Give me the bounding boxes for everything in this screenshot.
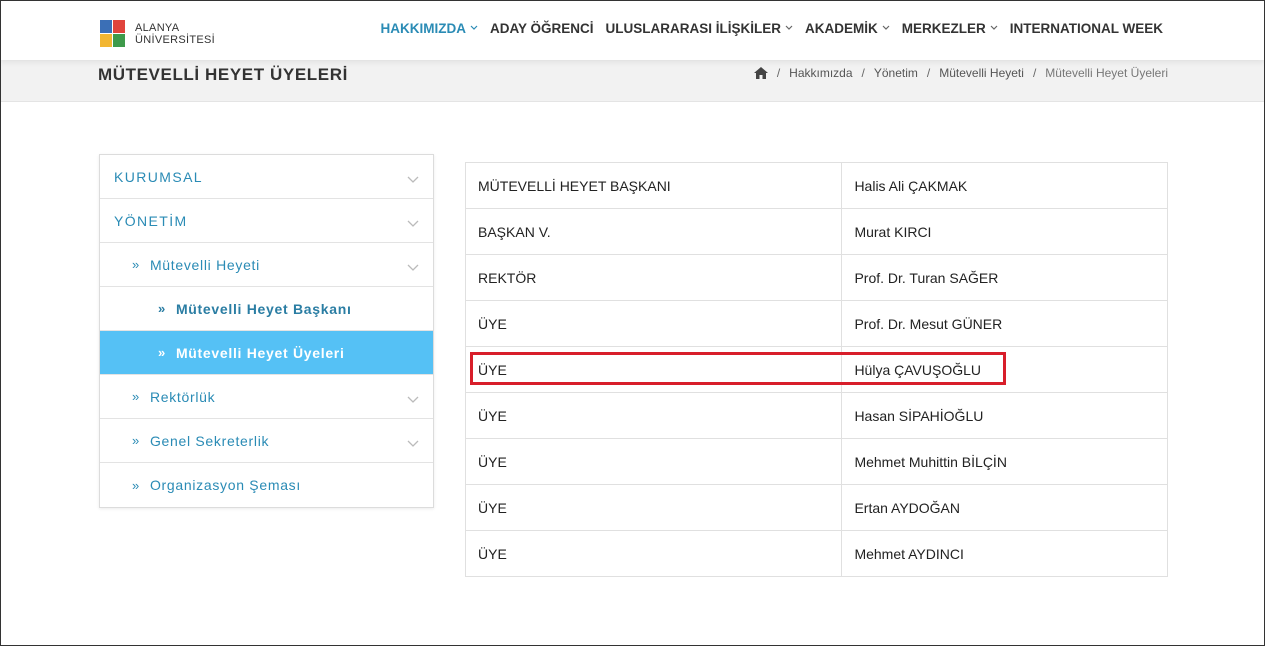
chevron-down-icon bbox=[785, 24, 793, 33]
member-role-cell: ÜYE bbox=[464, 346, 843, 393]
member-name-cell: Ertan AYDOĞAN bbox=[841, 484, 1168, 531]
university-logo[interactable]: ALANYA ÜNİVERSİTESİ bbox=[100, 20, 215, 47]
breadcrumb-item-hakkimizda[interactable]: Hakkımızda bbox=[789, 66, 852, 80]
home-icon[interactable] bbox=[753, 67, 768, 79]
breadcrumb-separator: / bbox=[1032, 66, 1037, 80]
double-chevron-right-icon: » bbox=[132, 389, 140, 404]
sidebar-item-organizasyon-semasi[interactable]: » Organizasyon Şeması bbox=[100, 463, 433, 507]
nav-item-label: ADAY ÖĞRENCİ bbox=[489, 21, 594, 36]
nav-item-label: ULUSLARARASI İLİŞKİLER bbox=[605, 21, 782, 36]
chevron-down-icon[interactable] bbox=[407, 435, 419, 447]
member-role-cell: ÜYE bbox=[464, 530, 843, 577]
chevron-down-icon[interactable] bbox=[407, 259, 419, 271]
table-row: ÜYE Mehmet Muhittin BİLÇİN bbox=[464, 438, 1168, 485]
top-navbar: ALANYA ÜNİVERSİTESİ HAKKIMIZDA ADAY ÖĞREN… bbox=[0, 0, 1265, 60]
double-chevron-right-icon: » bbox=[132, 477, 140, 493]
breadcrumb-separator: / bbox=[861, 66, 865, 80]
member-name-cell: Hasan SİPAHİOĞLU bbox=[841, 392, 1168, 439]
nav-item-label: AKADEMİK bbox=[805, 21, 878, 36]
sidebar-item-label: Genel Sekreterlik bbox=[149, 432, 270, 449]
sidebar-item-label: Mütevelli Heyet Üyeleri bbox=[175, 344, 345, 361]
double-chevron-right-icon: » bbox=[132, 257, 140, 272]
members-table: MÜTEVELLİ HEYET BAŞKANI Halis Ali ÇAKMAK B… bbox=[464, 162, 1168, 577]
table-row: BAŞKAN V. Murat KIRCI bbox=[464, 208, 1168, 255]
chevron-down-icon bbox=[470, 24, 478, 33]
main-nav: HAKKIMIZDA ADAY ÖĞRENCİ ULUSLARARASI İLİŞK… bbox=[380, 21, 1163, 36]
breadcrumb-item-yonetim[interactable]: Yönetim bbox=[874, 66, 918, 80]
member-name-cell: Prof. Dr. Turan SAĞER bbox=[841, 254, 1168, 301]
sidebar-item-mutevelli-heyet-uyeleri[interactable]: » Mütevelli Heyet Üyeleri bbox=[100, 331, 433, 375]
member-name-cell: Mehmet Muhittin BİLÇİN bbox=[841, 438, 1168, 485]
nav-item-akademik[interactable]: AKADEMİK bbox=[805, 21, 890, 36]
sidebar-item-label: YÖNETİM bbox=[114, 212, 188, 229]
sidebar-item-label: Rektörlük bbox=[149, 388, 216, 405]
table-row: MÜTEVELLİ HEYET BAŞKANI Halis Ali ÇAKMAK bbox=[464, 162, 1168, 209]
double-chevron-right-icon: » bbox=[132, 433, 140, 448]
sidebar-item-genel-sekreterlik[interactable]: » Genel Sekreterlik bbox=[100, 419, 433, 463]
member-name-cell: Prof. Dr. Mesut GÜNER bbox=[841, 300, 1168, 347]
sidebar-item-kurumsal[interactable]: KURUMSAL bbox=[100, 155, 433, 199]
sidebar-item-label: KURUMSAL bbox=[114, 168, 203, 185]
sidebar-item-mutevelli-heyet-baskani[interactable]: » Mütevelli Heyet Başkanı bbox=[100, 287, 433, 331]
logo-mark-icon bbox=[100, 20, 125, 47]
member-role-cell: ÜYE bbox=[464, 300, 843, 347]
logo-line-2: ÜNİVERSİTESİ bbox=[135, 33, 216, 46]
member-role-cell: ÜYE bbox=[464, 392, 843, 439]
logo-line-1: ALANYA bbox=[135, 21, 180, 34]
members-table-wrapper: MÜTEVELLİ HEYET BAŞKANI Halis Ali ÇAKMAK B… bbox=[464, 162, 1168, 577]
sidebar-item-yonetim[interactable]: YÖNETİM bbox=[100, 199, 433, 243]
member-role-cell: MÜTEVELLİ HEYET BAŞKANI bbox=[464, 162, 843, 209]
breadcrumb: / Hakkımızda / Yönetim / Mütevelli Heyeti / Müt… bbox=[753, 66, 1168, 80]
member-name-cell: Hülya ÇAVUŞOĞLU bbox=[841, 346, 1168, 393]
sidebar-menu: KURUMSAL YÖNETİM » Mütevelli Heyeti » Mütevel… bbox=[99, 154, 434, 508]
nav-item-label: MERKEZLER bbox=[901, 21, 986, 36]
sidebar-item-rektorluk[interactable]: » Rektörlük bbox=[100, 375, 433, 419]
member-role-cell: ÜYE bbox=[464, 484, 843, 531]
nav-item-label: INTERNATIONAL WEEK bbox=[1009, 21, 1163, 36]
table-row: ÜYE Hasan SİPAHİOĞLU bbox=[464, 392, 1168, 439]
sidebar-item-label: Mütevelli Heyeti bbox=[149, 256, 260, 273]
double-chevron-right-icon: » bbox=[158, 345, 166, 360]
table-row: ÜYE Prof. Dr. Mesut GÜNER bbox=[464, 300, 1168, 347]
member-name-cell: Halis Ali ÇAKMAK bbox=[841, 162, 1168, 209]
member-role-cell: BAŞKAN V. bbox=[464, 208, 843, 255]
breadcrumb-separator: / bbox=[926, 66, 931, 80]
chevron-down-icon[interactable] bbox=[407, 391, 419, 403]
member-name-cell: Murat KIRCI bbox=[841, 208, 1168, 255]
nav-item-label: HAKKIMIZDA bbox=[380, 21, 466, 36]
table-row: ÜYE Mehmet AYDINCI bbox=[464, 530, 1168, 577]
breadcrumb-item-mutevelli-heyeti[interactable]: Mütevelli Heyeti bbox=[939, 66, 1024, 80]
sidebar-item-mutevelli-heyeti[interactable]: » Mütevelli Heyeti bbox=[100, 243, 433, 287]
chevron-down-icon[interactable] bbox=[407, 171, 419, 183]
member-name-cell: Mehmet AYDINCI bbox=[841, 530, 1168, 577]
member-role-cell: ÜYE bbox=[464, 438, 843, 485]
logo-text: ALANYA ÜNİVERSİTESİ bbox=[135, 22, 215, 46]
nav-item-aday-ogrenci[interactable]: ADAY ÖĞRENCİ bbox=[490, 21, 594, 36]
chevron-down-icon bbox=[882, 24, 890, 33]
nav-item-uluslararasi-iliskiler[interactable]: ULUSLARARASI İLİŞKİLER bbox=[606, 21, 794, 36]
chevron-down-icon bbox=[990, 24, 998, 33]
nav-item-hakkimizda[interactable]: HAKKIMIZDA bbox=[380, 21, 478, 36]
breadcrumb-separator: / bbox=[776, 66, 781, 80]
page-title-bar: MÜTEVELLİ HEYET ÜYELERİ / Hakkımızda / Yöne… bbox=[0, 60, 1265, 102]
chevron-down-icon[interactable] bbox=[407, 215, 419, 227]
table-row: REKTÖR Prof. Dr. Turan SAĞER bbox=[464, 254, 1168, 301]
page-title: MÜTEVELLİ HEYET ÜYELERİ bbox=[98, 65, 348, 84]
member-role-cell: REKTÖR bbox=[464, 254, 843, 301]
sidebar-item-label: Mütevelli Heyet Başkanı bbox=[175, 300, 352, 317]
nav-item-international-week[interactable]: INTERNATIONAL WEEK bbox=[1010, 21, 1163, 36]
double-chevron-right-icon: » bbox=[158, 301, 166, 316]
nav-item-merkezler[interactable]: MERKEZLER bbox=[902, 21, 998, 36]
table-row: ÜYE Hülya ÇAVUŞOĞLU bbox=[464, 346, 1168, 393]
breadcrumb-item-mutevelli-heyet-uyeleri: Mütevelli Heyet Üyeleri bbox=[1045, 66, 1168, 80]
table-row: ÜYE Ertan AYDOĞAN bbox=[464, 484, 1168, 531]
sidebar-item-label: Organizasyon Şeması bbox=[149, 477, 301, 493]
